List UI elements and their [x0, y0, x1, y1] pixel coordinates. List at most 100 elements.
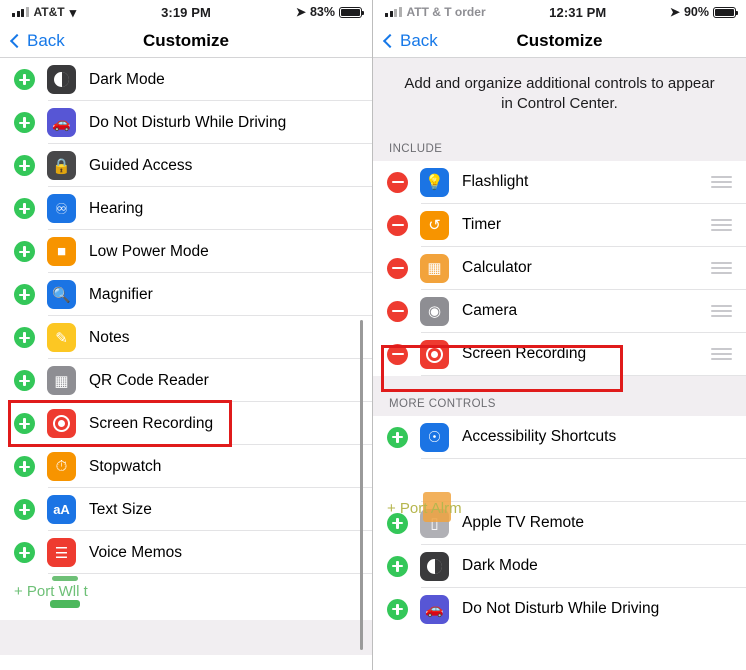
include-list: 💡 Flashlight ↺ Timer ▦ Calculator ◉ Came… — [373, 160, 746, 376]
list-item[interactable]: ☰ Voice Memos — [0, 531, 372, 574]
list-item-label: Camera — [462, 302, 518, 319]
intro-description: Add and organize additional controls to … — [373, 58, 746, 125]
vertical-scrollbar[interactable] — [360, 320, 363, 650]
artifact-text: + Port Alrm — [387, 500, 462, 517]
remove-button[interactable] — [387, 214, 408, 236]
dual-screenshot-container: AT&T ▾ 3:19 PM ➤ 83% Back Customize Dark… — [0, 0, 746, 670]
more-controls-section-header: MORE CONTROLS — [373, 375, 746, 416]
artifact-smudge-bottom — [50, 600, 80, 608]
list-item[interactable]: ▦ QR Code Reader — [0, 359, 372, 402]
drag-handle[interactable] — [711, 262, 732, 274]
list-item[interactable]: 🚗 Do Not Disturb While Driving — [0, 101, 372, 144]
dark-mode-icon — [420, 551, 449, 581]
add-button[interactable] — [387, 598, 408, 620]
back-button[interactable]: Back — [9, 30, 65, 51]
list-item-label: QR Code Reader — [89, 371, 209, 389]
list-item[interactable]: Dark Mode — [0, 58, 372, 101]
list-item-label: Screen Recording — [89, 414, 214, 432]
voice-memos-icon: ☰ — [47, 538, 76, 567]
add-button[interactable] — [14, 198, 35, 219]
clock-label: 12:31 PM — [549, 4, 607, 20]
flashlight-icon: 💡 — [420, 167, 449, 197]
left-status-right: ➤ 83% — [296, 5, 365, 19]
drag-handle[interactable] — [711, 348, 732, 360]
list-item[interactable]: ↺ Timer — [373, 203, 746, 247]
drag-handle[interactable] — [711, 219, 732, 231]
list-item-label: Do Not Disturb While Driving — [89, 113, 287, 131]
back-button[interactable]: Back — [382, 31, 438, 51]
cellular-signal-icon — [12, 7, 29, 17]
right-status-left: ATT & T order — [385, 5, 486, 19]
add-button[interactable] — [14, 155, 35, 176]
battery-icon — [713, 6, 739, 18]
add-button[interactable] — [387, 426, 408, 448]
list-item[interactable]: 🚗 Do Not Disturb While Driving — [373, 587, 746, 631]
list-item[interactable]: ♾ Hearing — [0, 187, 372, 230]
add-button[interactable] — [14, 112, 35, 133]
drag-handle[interactable] — [711, 176, 732, 188]
cellular-signal-icon — [385, 7, 402, 17]
list-item[interactable]: aA Text Size — [0, 488, 372, 531]
calculator-icon: ▦ — [420, 253, 449, 283]
add-button[interactable] — [14, 241, 35, 262]
add-button[interactable] — [14, 327, 35, 348]
list-item-label: Stopwatch — [89, 457, 162, 475]
remove-button[interactable] — [387, 257, 408, 279]
list-item-label: Guided Access — [89, 156, 193, 174]
add-button[interactable] — [14, 499, 35, 520]
timer-icon: ↺ — [420, 210, 449, 240]
right-status-right: ➤ 90% — [670, 5, 739, 19]
add-button[interactable] — [14, 370, 35, 391]
carrier-label: AT&T — [33, 5, 65, 19]
list-item-label: Screen Recording — [462, 345, 587, 362]
list-item[interactable]: ◉ Camera — [373, 289, 746, 333]
left-status-bar: AT&T ▾ 3:19 PM ➤ 83% — [0, 0, 372, 24]
left-nav-bar: Back Customize — [0, 24, 372, 58]
back-label: Back — [27, 30, 65, 50]
magnifier-icon: 🔍 — [47, 280, 76, 309]
add-button[interactable] — [387, 555, 408, 577]
list-item-label: Flashlight — [462, 173, 529, 190]
add-button[interactable] — [14, 69, 35, 90]
low-power-mode-icon: ■ — [47, 237, 76, 266]
list-item[interactable]: Dark Mode — [373, 544, 746, 588]
chevron-left-icon — [382, 33, 398, 48]
list-item-label: Apple TV Remote — [462, 514, 585, 531]
list-item-label: Magnifier — [89, 285, 153, 303]
remove-button[interactable] — [387, 171, 408, 193]
left-status-left: AT&T ▾ — [12, 5, 76, 19]
do-not-disturb-driving-icon: 🚗 — [47, 108, 76, 137]
list-item-label: Low Power Mode — [89, 242, 209, 260]
drag-handle[interactable] — [711, 305, 732, 317]
list-item[interactable]: 🔒 Guided Access — [0, 144, 372, 187]
do-not-disturb-driving-icon: 🚗 — [420, 594, 449, 624]
list-item-screen-recording[interactable]: Screen Recording — [0, 402, 372, 445]
list-item[interactable]: ⏱ Stopwatch — [0, 445, 372, 488]
list-item[interactable]: 💡 Flashlight — [373, 160, 746, 204]
battery-percent-label: 83% — [309, 5, 335, 19]
list-item[interactable]: ■ Low Power Mode — [0, 230, 372, 273]
screen-recording-icon — [47, 409, 76, 438]
camera-icon: ◉ — [420, 296, 449, 326]
list-item[interactable]: ☉ Accessibility Shortcuts — [373, 415, 746, 459]
list-item[interactable]: 🔍 Magnifier — [0, 273, 372, 316]
remove-button[interactable] — [387, 300, 408, 322]
artifact-smudge-top — [52, 576, 78, 581]
list-item[interactable]: ✎ Notes — [0, 316, 372, 359]
add-button[interactable] — [14, 542, 35, 563]
bottom-gray-area — [0, 620, 372, 655]
list-item-label: Calculator — [462, 259, 532, 276]
list-item-label: Accessibility Shortcuts — [462, 428, 617, 445]
include-section-header: INCLUDE — [373, 124, 746, 161]
list-item-label: Dark Mode — [462, 557, 538, 574]
artifact-text: + Port Wll t — [14, 583, 88, 600]
list-item-label: Dark Mode — [89, 70, 165, 88]
list-item[interactable]: ▦ Calculator — [373, 246, 746, 290]
remove-button[interactable] — [387, 343, 408, 365]
add-button[interactable] — [14, 413, 35, 434]
add-button[interactable] — [14, 456, 35, 477]
screen-recording-icon — [420, 339, 449, 369]
add-button[interactable] — [14, 284, 35, 305]
list-item-label: Hearing — [89, 199, 144, 217]
list-item-screen-recording[interactable]: Screen Recording — [373, 332, 746, 376]
